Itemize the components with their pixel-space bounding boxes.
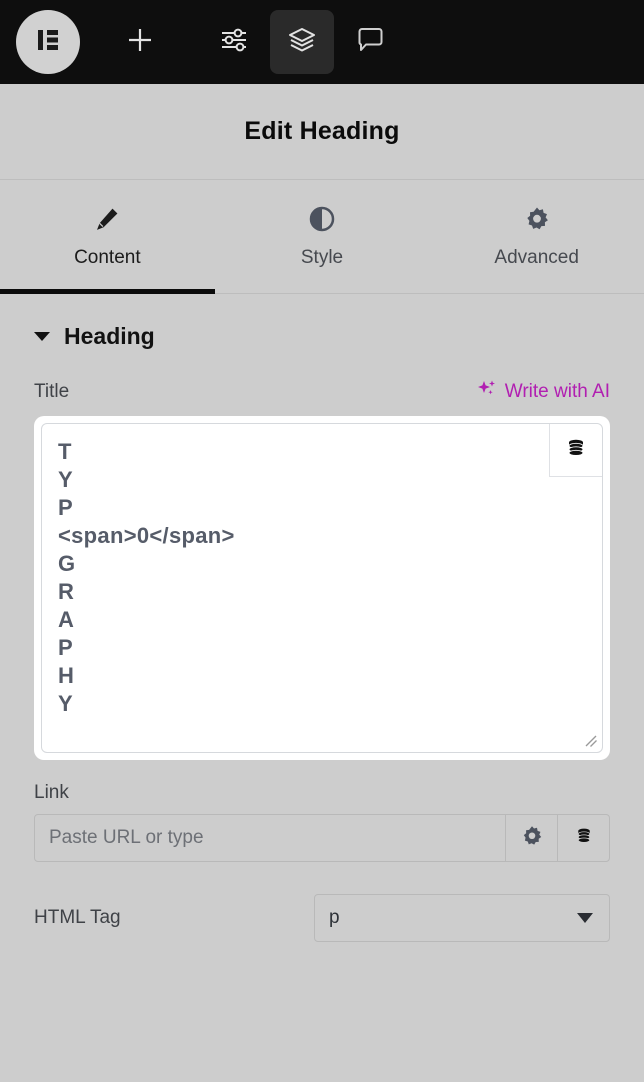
- link-label: Link: [34, 782, 69, 803]
- write-with-ai-button[interactable]: Write with AI: [476, 378, 610, 406]
- gear-icon: [521, 825, 543, 852]
- speech-bubble-icon: [355, 25, 385, 60]
- database-icon: [565, 437, 587, 464]
- plus-icon: [125, 25, 155, 60]
- chevron-down-icon: [34, 331, 50, 341]
- tab-content[interactable]: Content: [0, 180, 215, 294]
- comments-button[interactable]: [338, 10, 402, 74]
- section-heading-toggle[interactable]: Heading: [34, 294, 610, 378]
- tab-content-label: Content: [74, 247, 141, 268]
- write-with-ai-label: Write with AI: [504, 381, 610, 402]
- title-field-row: Title Write with AI: [34, 378, 610, 406]
- title-textarea-container: [41, 423, 603, 753]
- link-input-group: [34, 814, 610, 862]
- panel-tabs: Content Style Advanced: [0, 180, 644, 294]
- contrast-icon: [309, 204, 335, 234]
- html-tag-row: HTML Tag p: [34, 894, 610, 942]
- elementor-logo-button[interactable]: [16, 10, 80, 74]
- tab-style-label: Style: [300, 247, 344, 268]
- chevron-down-icon: [577, 913, 593, 923]
- html-tag-label: HTML Tag: [34, 907, 121, 928]
- editor-toolbar: [0, 0, 644, 84]
- section-heading-label: Heading: [64, 322, 155, 349]
- link-input[interactable]: [35, 815, 505, 861]
- html-tag-select[interactable]: p: [314, 894, 610, 942]
- page-title: Edit Heading: [244, 117, 400, 145]
- layers-icon: [286, 24, 318, 61]
- pencil-icon: [94, 204, 120, 234]
- title-label: Title: [34, 381, 70, 402]
- sliders-icon: [219, 25, 249, 60]
- site-settings-button[interactable]: [202, 10, 266, 74]
- panel-header: Edit Heading: [0, 84, 644, 180]
- tab-style[interactable]: Style: [215, 180, 430, 293]
- sparkle-icon: [476, 378, 498, 406]
- title-input[interactable]: [42, 424, 602, 752]
- gear-icon: [524, 204, 550, 234]
- link-options-button[interactable]: [505, 815, 557, 861]
- link-field-row: Link: [34, 782, 610, 804]
- textarea-resize-handle[interactable]: [583, 733, 599, 749]
- panel-content: Heading Title Write with AI T Y P <span>…: [0, 294, 644, 942]
- link-dynamic-tags-button[interactable]: [557, 815, 609, 861]
- title-dynamic-tags-button[interactable]: [549, 424, 602, 477]
- html-tag-value: p: [329, 907, 340, 928]
- elementor-logo-icon: [32, 24, 64, 61]
- add-element-button[interactable]: [108, 10, 172, 74]
- tab-advanced[interactable]: Advanced: [429, 180, 644, 293]
- database-icon: [574, 826, 594, 851]
- structure-button[interactable]: [270, 10, 334, 74]
- title-textarea-wrapper: [34, 416, 610, 760]
- tab-advanced-label: Advanced: [494, 247, 579, 268]
